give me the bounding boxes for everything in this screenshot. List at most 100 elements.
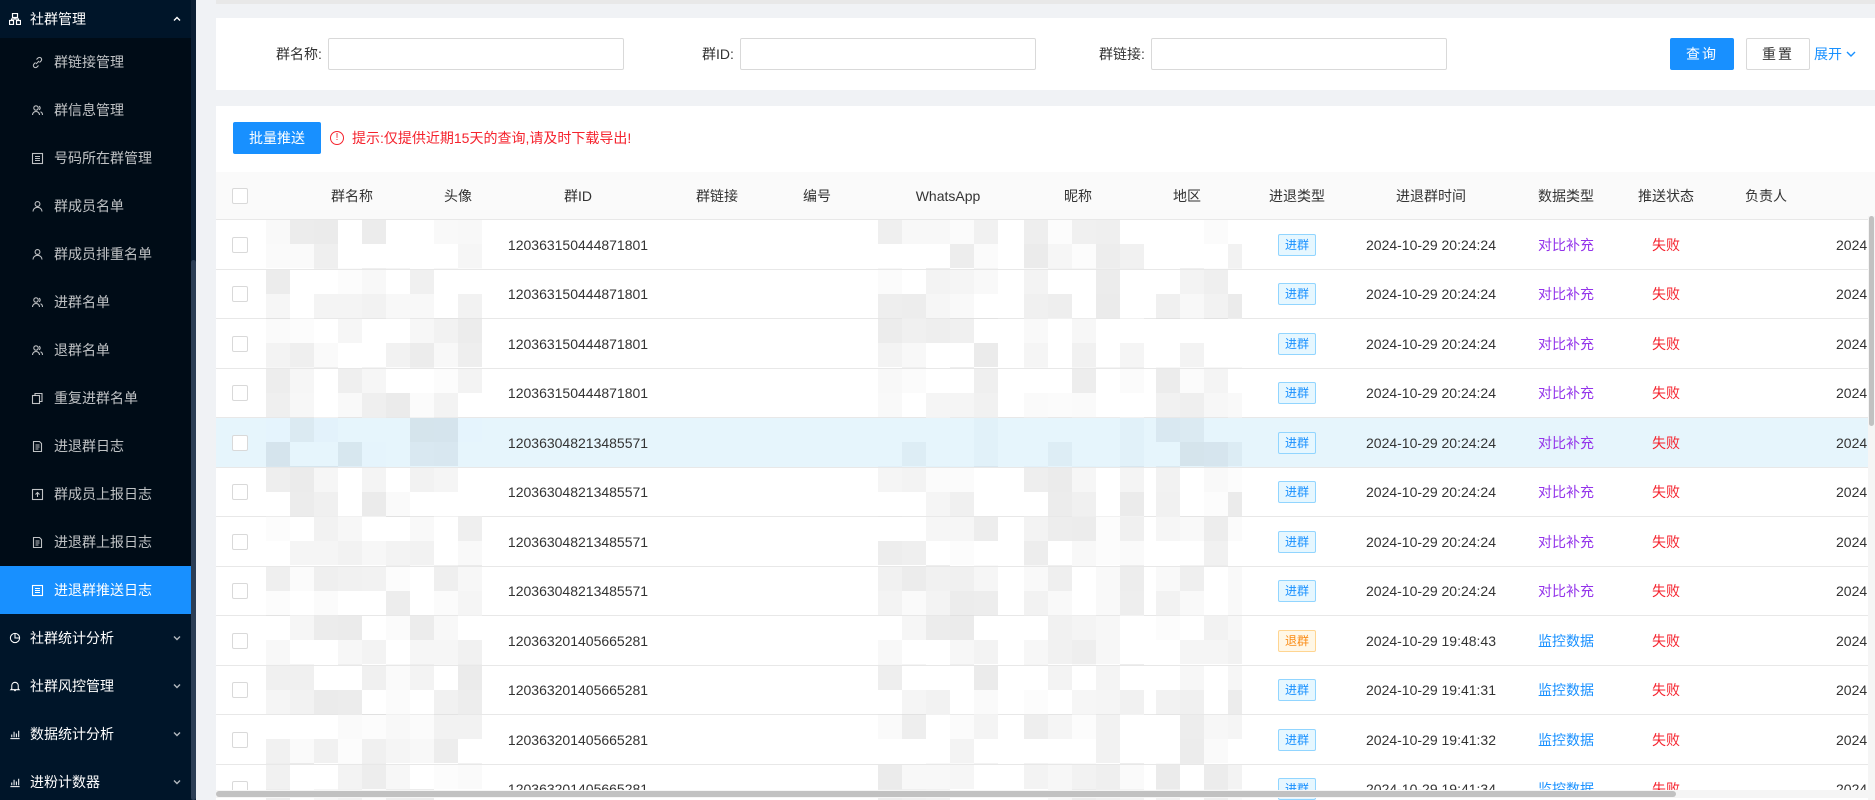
table-row[interactable]: 120363201405665281 进群 2024-10-29 19:41:32 监…: [216, 715, 1875, 765]
sidebar-item-label: 群成员上报日志: [54, 486, 152, 502]
sidebar-item-0[interactable]: 群链接管理: [0, 38, 196, 86]
redacted-cell: [266, 665, 458, 715]
redacted-cell: [878, 418, 998, 467]
type-tag: 退群: [1277, 629, 1316, 652]
chevron-up-icon: [172, 14, 182, 24]
chevron-down-icon: [172, 729, 182, 739]
row-checkbox[interactable]: [232, 484, 248, 500]
table-row[interactable]: 120363048213485571 进群 2024-10-29 20:24:24 对…: [216, 418, 1875, 468]
type-tag: 进群: [1277, 679, 1316, 701]
group-link-label: 群链接:: [1099, 46, 1145, 62]
column-header: 负责人: [1745, 188, 1787, 204]
row-checkbox[interactable]: [232, 335, 248, 352]
reset-button[interactable]: 重置: [1746, 38, 1810, 70]
redacted-cell: [458, 319, 482, 368]
row-select-cell: [230, 468, 250, 517]
redacted-cell: [1156, 566, 1242, 616]
select-all-checkbox[interactable]: [232, 188, 248, 204]
redacted-cell: [1156, 269, 1242, 319]
row-checkbox[interactable]: [232, 236, 248, 253]
table-row[interactable]: 120363150444871801 进群 2024-10-29 20:24:24 对…: [216, 269, 1875, 319]
sidebar-item-9[interactable]: 群成员上报日志: [0, 470, 196, 518]
redacted-cell: [878, 319, 998, 368]
push-status-cell: 失败: [1652, 583, 1680, 599]
table-row[interactable]: 120363048213485571 进群 2024-10-29 20:24:24 对…: [216, 566, 1875, 616]
file-icon: [30, 439, 44, 453]
data-type-cell: 对比补充: [1538, 434, 1594, 451]
menu-group-community[interactable]: 社群管理: [0, 0, 196, 38]
vertical-scrollbar[interactable]: [1868, 216, 1875, 800]
select-all-cell: [230, 172, 250, 220]
group-link-input[interactable]: [1150, 38, 1447, 70]
table-row[interactable]: 120363048213485571 进群 2024-10-29 20:24:24 对…: [216, 517, 1875, 567]
time-cell: 2024-10-29 20:24:24: [1366, 583, 1496, 599]
type-cell: 进群: [1252, 270, 1342, 319]
row-checkbox[interactable]: [232, 286, 248, 302]
sidebar-item-5[interactable]: 进群名单: [0, 278, 196, 326]
row-checkbox[interactable]: [232, 434, 248, 451]
sidebar-item-label: 群成员名单: [54, 198, 124, 214]
type-cell: 进群: [1252, 715, 1342, 764]
table-row[interactable]: 120363201405665281 进群 2024-10-29 19:41:31 监…: [216, 665, 1875, 715]
sidebar-item-8[interactable]: 进退群日志: [0, 422, 196, 470]
group-name-input[interactable]: [327, 38, 624, 70]
row-checkbox[interactable]: [232, 632, 248, 649]
table-row[interactable]: 120363150444871801 进群 2024-10-29 20:24:24 对…: [216, 220, 1875, 270]
users-icon: [30, 295, 44, 309]
redacted-cell: [878, 616, 998, 665]
horizontal-scrollbar[interactable]: [216, 790, 1875, 798]
redacted-cell: [878, 220, 998, 269]
row-checkbox[interactable]: [232, 583, 248, 599]
menu-group-3[interactable]: 进粉计数器: [0, 758, 196, 800]
row-checkbox[interactable]: [232, 682, 248, 698]
data-type-cell: 监控数据: [1538, 731, 1594, 748]
list-icon: [30, 151, 44, 165]
table-row[interactable]: 120363150444871801 进群 2024-10-29 20:24:24 对…: [216, 368, 1875, 418]
sidebar-item-1[interactable]: 群信息管理: [0, 86, 196, 134]
sidebar-item-11[interactable]: 进退群推送日志: [0, 566, 196, 614]
group-id-cell: 120363150444871801: [507, 385, 649, 401]
table-row[interactable]: 120363048213485571 进群 2024-10-29 20:24:24 对…: [216, 467, 1875, 517]
type-tag: 进群: [1277, 728, 1316, 751]
column-header: 进退群时间: [1396, 188, 1466, 204]
column-header: 数据类型: [1538, 188, 1594, 204]
expand-link[interactable]: 展开: [1814, 44, 1857, 64]
row-select-cell: [230, 616, 250, 665]
menu-group-0[interactable]: 社群统计分析: [0, 614, 196, 662]
column-header: WhatsApp: [915, 188, 981, 204]
sidebar-item-2[interactable]: 号码所在群管理: [0, 134, 196, 182]
sidebar-item-3[interactable]: 群成员名单: [0, 182, 196, 230]
menu-group-1[interactable]: 社群风控管理: [0, 662, 196, 710]
row-checkbox[interactable]: [232, 731, 248, 748]
table-row[interactable]: 120363201405665281 退群 2024-10-29 19:48:43 监…: [216, 616, 1875, 666]
sidebar-item-label: 群链接管理: [54, 54, 124, 70]
menu-group-2[interactable]: 数据统计分析: [0, 710, 196, 758]
bulk-push-button[interactable]: 批量推送: [233, 122, 321, 154]
tip-message: ! 提示:仅提供近期15天的查询,请及时下载导出!: [330, 128, 631, 148]
chevron-down-icon: [1846, 51, 1856, 57]
chevron-down-icon: [172, 681, 182, 691]
link-icon: [30, 55, 44, 69]
redacted-cell: [1156, 715, 1242, 764]
bar-chart-icon: [8, 727, 22, 741]
redacted-cell: [266, 418, 458, 467]
column-header: 推送状态: [1638, 188, 1694, 204]
type-tag: 进群: [1277, 283, 1316, 305]
time-cell: 2024-10-29 19:41:31: [1366, 682, 1496, 698]
time-cell: 2024-10-29 20:24:24: [1366, 385, 1496, 401]
group-id-input[interactable]: [739, 38, 1036, 70]
search-form: 群名称: 群ID: 群链接: 查询 重置 展开: [216, 18, 1875, 90]
group-name-label: 群名称:: [276, 46, 322, 62]
sidebar-item-6[interactable]: 退群名单: [0, 326, 196, 374]
type-cell: 进群: [1252, 220, 1342, 269]
sidebar-item-7[interactable]: 重复进群名单: [0, 374, 196, 422]
group-id-label: 群ID:: [702, 46, 734, 62]
row-checkbox[interactable]: [232, 385, 248, 401]
sidebar-item-4[interactable]: 群成员排重名单: [0, 230, 196, 278]
row-checkbox[interactable]: [232, 533, 248, 550]
table-row[interactable]: 120363150444871801 进群 2024-10-29 20:24:24 对…: [216, 319, 1875, 369]
sidebar-item-10[interactable]: 进退群上报日志: [0, 518, 196, 566]
query-button[interactable]: 查询: [1670, 38, 1734, 70]
sidebar-item-label: 群成员排重名单: [54, 246, 152, 262]
sidebar-scrollbar[interactable]: [191, 0, 196, 800]
